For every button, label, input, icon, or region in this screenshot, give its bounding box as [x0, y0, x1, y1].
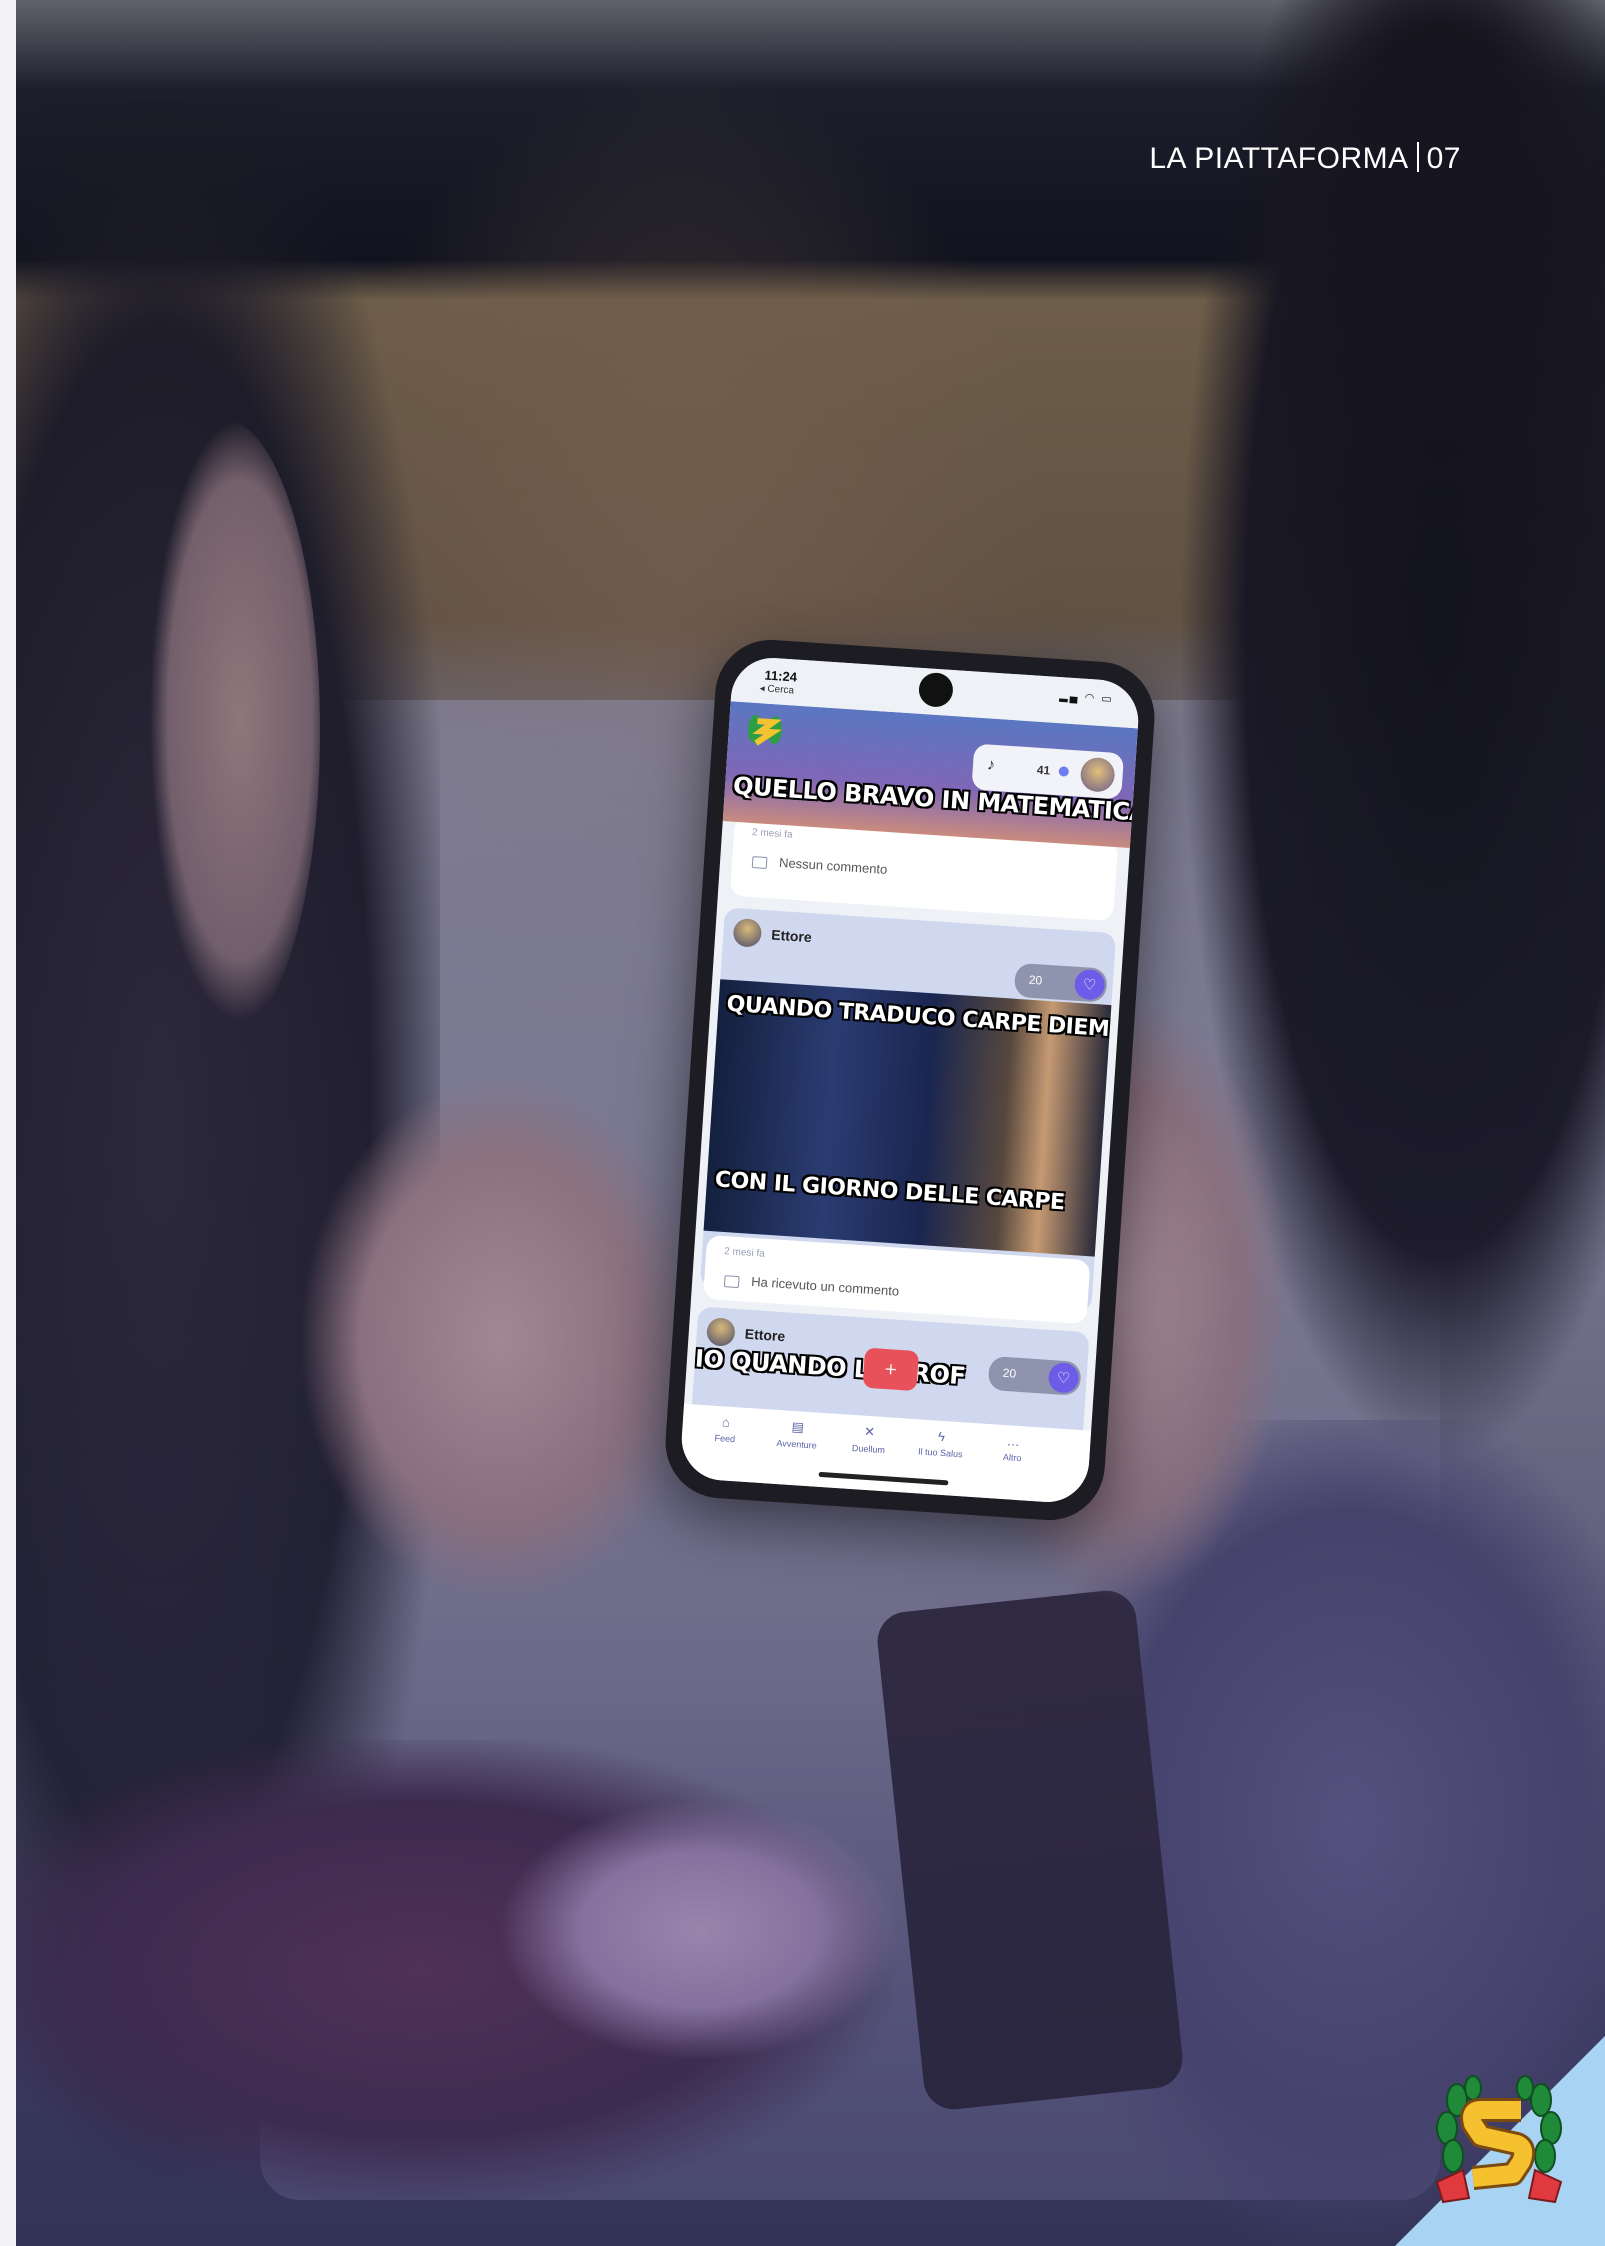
- tab-duellum[interactable]: ✕ Duellum: [835, 1422, 903, 1456]
- tab-avventure[interactable]: ▤ Avventure: [763, 1417, 831, 1451]
- more-icon: …: [1006, 1433, 1021, 1450]
- home-icon: ⌂: [721, 1414, 731, 1430]
- coin-count: 41: [1036, 762, 1051, 778]
- laurel-logo: [1435, 2075, 1563, 2204]
- page-edge: [0, 0, 16, 2246]
- author-name[interactable]: Ettore: [771, 927, 812, 946]
- comment-status[interactable]: Ha ricevuto un commento: [723, 1272, 900, 1299]
- comment-icon: [723, 1274, 740, 1288]
- comment-icon: [751, 855, 768, 869]
- post-time: 2 mesi fa: [723, 1246, 766, 1260]
- page-header: LA PIATTAFORMA 07: [1149, 142, 1461, 176]
- comment-text: Ha ricevuto un commento: [750, 1273, 900, 1299]
- home-indicator: [818, 1471, 949, 1486]
- heart-icon[interactable]: ♡: [1073, 968, 1106, 1001]
- header-divider: [1416, 142, 1419, 172]
- bell-icon[interactable]: ♪: [986, 756, 995, 774]
- like-count: 20: [1028, 972, 1043, 988]
- page-number: 07: [1426, 142, 1461, 175]
- status-time: 11:24: [764, 667, 798, 685]
- page: 11:24 ◂ Cerca ▂▄ ◠ ▭ ♪ 41 QUELLO BRAVO I…: [0, 0, 1605, 2246]
- comment-text: Nessun commento: [778, 854, 888, 878]
- lightning-icon: ϟ: [937, 1428, 946, 1445]
- adventure-icon: ▤: [791, 1418, 805, 1435]
- laurel-logo[interactable]: [741, 708, 788, 755]
- post-time: 2 mesi fa: [751, 827, 793, 841]
- author-avatar[interactable]: [732, 918, 763, 948]
- tab-label: Avventure: [776, 1437, 818, 1451]
- comment-status[interactable]: Nessun commento: [751, 853, 888, 878]
- user-avatar[interactable]: [1079, 756, 1116, 793]
- phone-screen: 11:24 ◂ Cerca ▂▄ ◠ ▭ ♪ 41 QUELLO BRAVO I…: [679, 655, 1141, 1505]
- create-post-button[interactable]: +: [862, 1347, 920, 1392]
- tab-feed[interactable]: ⌂ Feed: [692, 1412, 760, 1445]
- tab-label: Il tuo Salus: [917, 1446, 963, 1460]
- tab-label: Duellum: [851, 1442, 886, 1456]
- tab-il-tuo-salus[interactable]: ϟ Il tuo Salus: [907, 1427, 975, 1460]
- tab-altro[interactable]: … Altro: [979, 1431, 1047, 1464]
- status-icons: ▂▄ ◠ ▭: [1059, 690, 1115, 706]
- smartphone: 11:24 ◂ Cerca ▂▄ ◠ ▭ ♪ 41 QUELLO BRAVO I…: [661, 636, 1159, 1524]
- like-counter: 20 ♡: [1013, 962, 1108, 1003]
- author-avatar[interactable]: [705, 1317, 736, 1347]
- author-name[interactable]: Ettore: [744, 1326, 785, 1345]
- duel-icon: ✕: [863, 1423, 876, 1440]
- back-link[interactable]: ◂ Cerca: [759, 683, 794, 696]
- tab-label: Altro: [1002, 1452, 1022, 1464]
- section-title: LA PIATTAFORMA: [1149, 142, 1409, 175]
- tab-label: Feed: [714, 1432, 736, 1445]
- coin-icon: [1058, 766, 1070, 777]
